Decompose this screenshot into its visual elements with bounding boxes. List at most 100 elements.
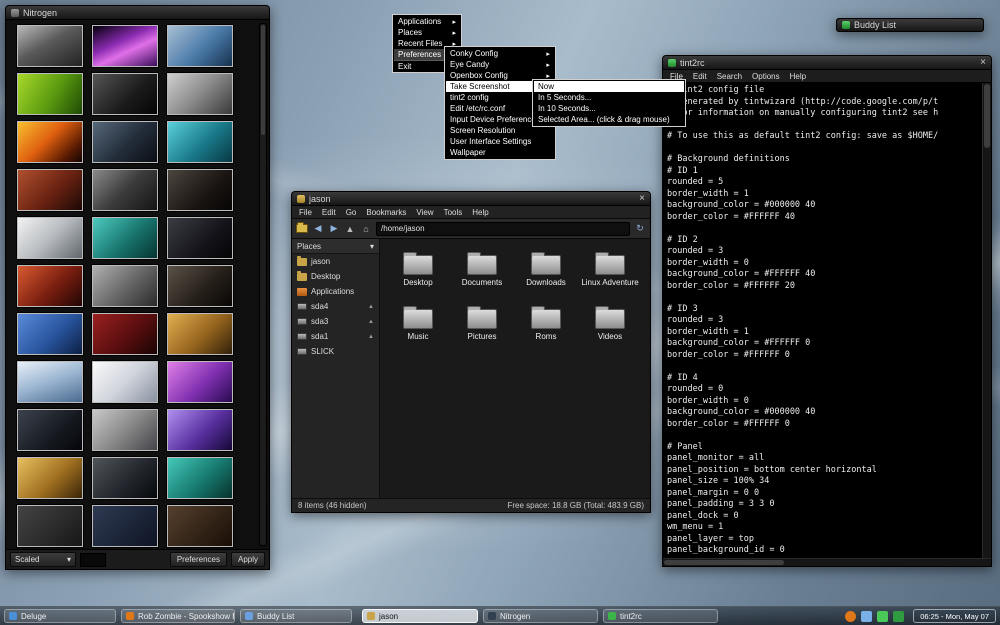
places-header[interactable]: Places ▾ — [292, 239, 379, 254]
folder-item[interactable]: Roms — [514, 305, 578, 355]
wallpaper-thumbnail[interactable] — [92, 457, 158, 499]
wallpaper-thumbnail[interactable] — [92, 409, 158, 451]
scrollbar-thumb[interactable] — [984, 84, 990, 148]
sidebar-place-item[interactable]: sda1 ▲ — [292, 329, 379, 344]
wallpaper-thumbnail[interactable] — [17, 121, 83, 163]
editor-titlebar[interactable]: tint2rc × — [663, 56, 991, 70]
wallpaper-thumbnail[interactable] — [17, 361, 83, 403]
taskbar-task[interactable]: jason — [362, 609, 478, 623]
preferences-menu-item[interactable]: Conky Config ▸ — [446, 48, 554, 59]
wallpaper-thumbnail[interactable] — [17, 169, 83, 211]
eject-icon[interactable]: ▲ — [368, 319, 374, 325]
menu-bar-item[interactable]: Go — [341, 208, 362, 217]
wallpaper-thumbnail[interactable] — [167, 121, 233, 163]
taskbar-task[interactable]: Nitrogen — [483, 609, 598, 623]
wallpaper-thumbnail[interactable] — [92, 217, 158, 259]
folder-item[interactable]: Documents — [450, 251, 514, 301]
screenshot-menu-item[interactable]: Now — [534, 81, 684, 92]
sidebar-place-item[interactable]: SLICK — [292, 344, 379, 359]
wallpaper-thumbnail[interactable] — [17, 73, 83, 115]
clock[interactable]: 06:25 - Mon, May 07 — [913, 609, 996, 623]
tray-icon[interactable] — [893, 611, 904, 622]
wallpaper-thumbnail[interactable] — [92, 25, 158, 67]
tray-icon[interactable] — [861, 611, 872, 622]
wallpaper-thumbnail[interactable] — [167, 505, 233, 547]
menu-bar-item[interactable]: Tools — [439, 208, 468, 217]
editor-text[interactable]: # Tint2 config file # Generated by tintw… — [663, 83, 982, 558]
back-icon[interactable]: ◀ — [312, 223, 324, 234]
taskbar-task[interactable]: tint2rc — [603, 609, 718, 623]
preferences-menu-item[interactable]: Wallpaper — [446, 147, 554, 158]
menu-bar-item[interactable]: Edit — [688, 72, 712, 81]
folder-item[interactable]: Videos — [578, 305, 642, 355]
wallpaper-thumbnail[interactable] — [167, 457, 233, 499]
apply-button[interactable]: Apply — [231, 552, 265, 567]
path-input[interactable]: /home/jason — [376, 222, 630, 236]
screenshot-menu-item[interactable]: In 10 Seconds... — [534, 103, 684, 114]
sidebar-place-item[interactable]: Desktop — [292, 269, 379, 284]
screenshot-menu-item[interactable]: In 5 Seconds... — [534, 92, 684, 103]
preferences-button[interactable]: Preferences — [170, 552, 227, 567]
wallpaper-thumbnail[interactable] — [167, 265, 233, 307]
sidebar-place-item[interactable]: sda3 ▲ — [292, 314, 379, 329]
wallpaper-thumbnail[interactable] — [92, 313, 158, 355]
wallpaper-thumbnail[interactable] — [92, 121, 158, 163]
wallpaper-thumbnail[interactable] — [167, 361, 233, 403]
folder-item[interactable]: Pictures — [450, 305, 514, 355]
desktop[interactable]: Nitrogen — [0, 0, 1000, 625]
wallpaper-thumbnail[interactable] — [167, 25, 233, 67]
folder-item[interactable]: Linux Adventure — [578, 251, 642, 301]
wallpaper-thumbnail[interactable] — [92, 265, 158, 307]
refresh-icon[interactable]: ↻ — [634, 223, 646, 234]
wallpaper-thumbnail[interactable] — [167, 217, 233, 259]
wallpaper-thumbnail[interactable] — [92, 73, 158, 115]
eject-icon[interactable]: ▲ — [368, 334, 374, 340]
up-icon[interactable]: ▲ — [344, 224, 356, 234]
file-manager-titlebar[interactable]: jason × — [292, 192, 650, 206]
buddy-list-titlebar[interactable]: Buddy List — [837, 19, 983, 31]
preferences-menu-item[interactable]: User Interface Settings — [446, 136, 554, 147]
nitrogen-titlebar[interactable]: Nitrogen — [6, 6, 269, 20]
menu-bar-item[interactable]: Search — [712, 72, 747, 81]
menu-bar-item[interactable]: Options — [747, 72, 785, 81]
wallpaper-thumbnail[interactable] — [92, 361, 158, 403]
wallpaper-thumbnail[interactable] — [17, 25, 83, 67]
wallpaper-thumbnail[interactable] — [17, 217, 83, 259]
wallpaper-thumbnail[interactable] — [17, 457, 83, 499]
taskbar-task[interactable]: Buddy List — [240, 609, 352, 623]
close-icon[interactable]: × — [639, 194, 645, 204]
wallpaper-thumbnail[interactable] — [167, 169, 233, 211]
menu-bar-item[interactable]: Help — [467, 208, 493, 217]
wallpaper-thumbnail[interactable] — [167, 409, 233, 451]
forward-icon[interactable]: ▶ — [328, 223, 340, 234]
root-menu-item[interactable]: Places ▸ — [394, 27, 460, 38]
menu-bar-item[interactable]: Edit — [317, 208, 341, 217]
taskbar-task[interactable]: Rob Zombie - Spookshow B... — [121, 609, 235, 623]
sidebar-place-item[interactable]: jason — [292, 254, 379, 269]
folder-item[interactable]: Music — [386, 305, 450, 355]
tray-icon[interactable] — [845, 611, 856, 622]
wallpaper-thumbnail[interactable] — [17, 505, 83, 547]
wallpaper-thumbnail[interactable] — [167, 73, 233, 115]
home-icon[interactable]: ⌂ — [360, 224, 372, 234]
sidebar-place-item[interactable]: sda4 ▲ — [292, 299, 379, 314]
eject-icon[interactable]: ▲ — [368, 304, 374, 310]
horizontal-scrollbar[interactable] — [663, 558, 991, 566]
vertical-scrollbar[interactable] — [982, 83, 991, 558]
menu-bar-item[interactable]: Help — [785, 72, 811, 81]
close-icon[interactable]: × — [980, 58, 986, 68]
wallpaper-thumbnail[interactable] — [17, 265, 83, 307]
menu-bar-item[interactable]: Bookmarks — [361, 208, 411, 217]
wallpaper-thumbnail[interactable] — [92, 169, 158, 211]
folder-item[interactable]: Downloads — [514, 251, 578, 301]
screenshot-menu-item[interactable]: Selected Area... (click & drag mouse) — [534, 114, 684, 125]
tray-icon[interactable] — [877, 611, 888, 622]
root-menu-item[interactable]: Applications ▸ — [394, 16, 460, 27]
taskbar-task[interactable]: Deluge — [4, 609, 116, 623]
mode-dropdown[interactable]: Scaled ▾ — [10, 552, 76, 567]
wallpaper-thumbnail[interactable] — [167, 313, 233, 355]
scrollbar[interactable] — [259, 23, 267, 546]
wallpaper-thumbnail[interactable] — [17, 409, 83, 451]
wallpaper-thumbnail[interactable] — [92, 505, 158, 547]
bg-color-preview[interactable] — [80, 553, 106, 567]
